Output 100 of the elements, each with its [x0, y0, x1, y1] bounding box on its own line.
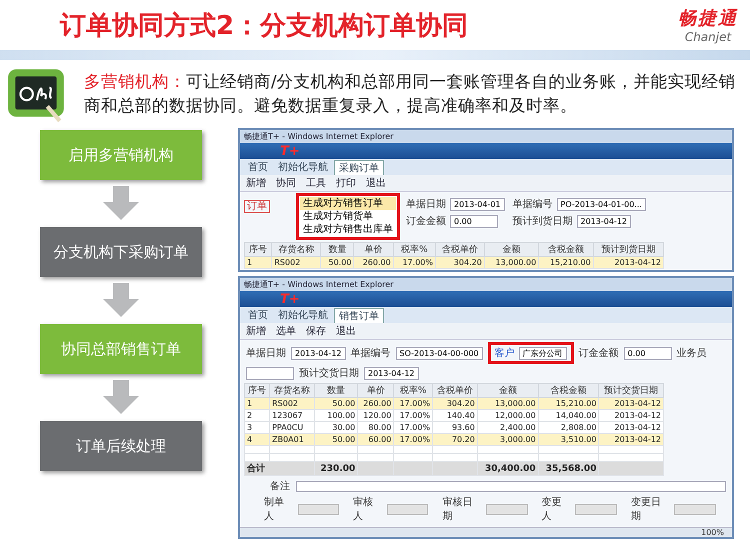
toolbar-button[interactable]: 选单 [276, 324, 296, 338]
table-cell: 30,400.00 [477, 462, 538, 476]
table-cell: 120.00 [358, 410, 394, 422]
field-label[interactable]: 客户 [494, 346, 515, 360]
field-label: 订金金额 [406, 214, 446, 228]
table-cell: 2013-04-12 [598, 434, 664, 446]
column-header: 数量 [320, 242, 354, 256]
toolbar-button[interactable]: 打印 [336, 176, 356, 190]
flow-step: 分支机构下采购订单 [40, 227, 202, 277]
table-cell: 13,000.00 [484, 256, 539, 268]
column-header: 序号 [244, 384, 270, 398]
input-field[interactable]: 2013-04-12 [576, 214, 631, 228]
input-field[interactable]: 2013-04-12 [364, 366, 418, 380]
tab[interactable]: 首页 [244, 308, 272, 323]
input-field[interactable] [486, 504, 528, 514]
column-header: 金额 [484, 242, 539, 256]
input-field[interactable]: PO-2013-04-01-00... [556, 198, 646, 210]
tab[interactable]: 初始化导航 [274, 308, 332, 323]
field-label: 业务员 [676, 346, 707, 360]
column-header: 数量 [314, 384, 358, 398]
logo-wordmark: 畅捷通 [678, 7, 738, 30]
field-label: 单据日期 [406, 198, 446, 211]
menu-item[interactable]: 生成对方销售订单 [300, 197, 396, 210]
document-tag: 订单 [244, 200, 270, 213]
zoom-level[interactable]: 100% [701, 528, 724, 537]
table-cell: 140.40 [432, 410, 478, 422]
table-cell: 304.20 [432, 398, 478, 410]
field-label: 订金金额 [578, 346, 619, 360]
toolbar-button[interactable]: 新增 [246, 324, 266, 338]
column-header: 单价 [354, 242, 394, 256]
table-cell: 15,210.00 [538, 256, 594, 268]
table-cell: 304.20 [435, 256, 484, 268]
input-field[interactable]: 广东分公司 [518, 346, 567, 360]
tab[interactable]: 销售订单 [334, 308, 384, 323]
input-field[interactable]: SO-2013-04-00-000 [396, 346, 483, 360]
table-cell: 35,568.00 [538, 462, 599, 476]
table-cell: 1 [244, 256, 272, 268]
tab[interactable]: 初始化导航 [274, 160, 332, 175]
column-header: 含税金额 [538, 242, 594, 256]
input-field[interactable] [386, 504, 428, 514]
column-header: 税率% [394, 384, 433, 398]
table-cell: 100.00 [314, 410, 358, 422]
table-cell: 2 [244, 410, 270, 422]
input-field[interactable] [298, 504, 340, 514]
logo-subtitle: Chanjet [684, 30, 732, 44]
toolbar-button[interactable]: 退出 [366, 176, 386, 190]
table-cell: 123067 [270, 410, 314, 422]
field-label: 预计交货日期 [299, 366, 359, 380]
input-field[interactable]: 2013-04-01 [450, 198, 504, 210]
down-arrow-icon [101, 186, 141, 220]
field-label: 单据编号 [350, 346, 390, 360]
total-label: 合计 [244, 462, 314, 476]
column-header: 单价 [358, 384, 394, 398]
toolbar-button[interactable]: 保存 [306, 324, 326, 338]
table-cell: ZB0A01 [270, 434, 314, 446]
field-label: 审核人 [353, 496, 374, 523]
table-cell: 17.00% [394, 410, 433, 422]
table-cell: 230.00 [314, 462, 358, 476]
input-field[interactable] [674, 504, 716, 514]
field-label: 审核日期 [442, 496, 474, 523]
column-header: 金额 [477, 384, 538, 398]
table-cell: 2013-04-12 [593, 256, 664, 268]
table-cell: RS002 [270, 398, 314, 410]
field-label: 单据编号 [512, 198, 552, 211]
field-label: 变更日期 [630, 496, 662, 523]
input-field[interactable]: 2013-04-12 [291, 346, 346, 360]
column-header: 税率% [393, 242, 436, 256]
column-header: 存货名称 [270, 384, 314, 398]
table-cell: 13,000.00 [477, 398, 538, 410]
table-cell: 3,510.00 [538, 434, 599, 446]
flow-step: 启用多营销机构 [40, 130, 202, 180]
input-field[interactable]: 0.00 [624, 346, 672, 360]
table-cell: 2013-04-12 [598, 410, 664, 422]
column-header: 存货名称 [272, 242, 321, 256]
input-field[interactable]: 0.00 [450, 214, 498, 228]
table-cell: 3,000.00 [477, 434, 538, 446]
toolbar-button[interactable]: 工具 [306, 176, 326, 190]
field-label: 备注 [270, 480, 290, 493]
table-cell: 17.00% [393, 256, 436, 268]
app-logo: T+ [280, 292, 300, 306]
input-field[interactable] [246, 366, 294, 380]
toolbar-button[interactable]: 退出 [336, 324, 356, 338]
field-label: 变更人 [542, 496, 563, 523]
menu-item[interactable]: 生成对方销货单 [300, 210, 396, 223]
table-cell: 1 [244, 398, 270, 410]
toolbar-button[interactable]: 协同 [276, 176, 296, 190]
table-cell: 12,000.00 [477, 410, 538, 422]
table-cell: 4 [244, 434, 270, 446]
down-arrow-icon [101, 380, 141, 414]
table-cell: 15,210.00 [538, 398, 599, 410]
table-cell: 14,040.00 [538, 410, 599, 422]
column-header: 含税单价 [435, 242, 484, 256]
input-field[interactable] [296, 480, 726, 492]
intro-paragraph: 多营销机构：可让经销商/分支机构和总部用同一套账管理各自的业务账，并能实现经销商和总部的数据协同。避免数据重复录入，提高准确率和及时率。 [84, 71, 737, 117]
menu-item[interactable]: 生成对方销售出库单 [300, 223, 396, 236]
window-title: 畅捷通T+ - Windows Internet Explorer [240, 278, 732, 291]
tab[interactable]: 首页 [244, 160, 272, 175]
tab[interactable]: 采购订单 [334, 160, 384, 175]
toolbar-button[interactable]: 新增 [246, 176, 266, 190]
input-field[interactable] [575, 504, 617, 514]
